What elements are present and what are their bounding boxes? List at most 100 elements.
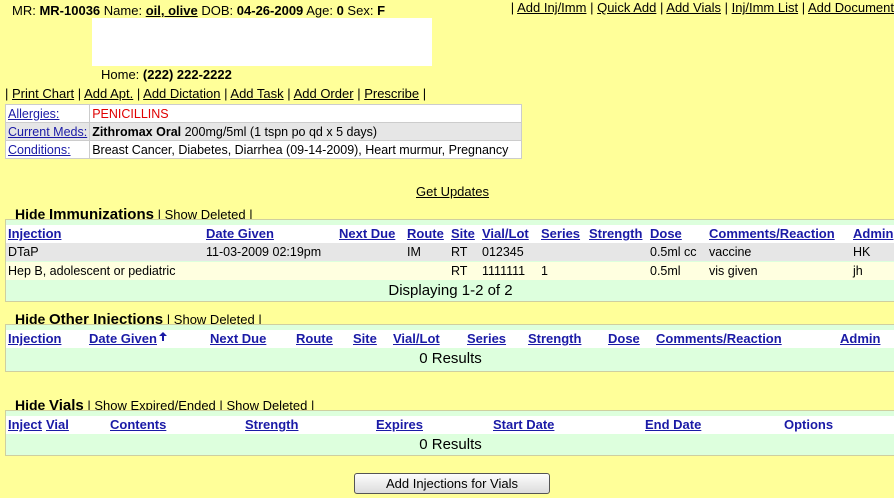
cell-admin: jh (853, 264, 863, 278)
cell-dose: 0.5ml cc (650, 245, 697, 259)
home-phone: Home: (222) 222-2222 (101, 67, 232, 82)
col-expires[interactable]: Expires (376, 417, 423, 432)
chart-action-bar: | Print Chart | Add Apt. | Add Dictation… (5, 86, 427, 101)
allergies-row: Allergies: PENICILLINS (4, 104, 522, 123)
conditions-row: Conditions: Breast Cancer, Diabetes, Dia… (4, 140, 522, 159)
cell-site: RT (451, 245, 468, 259)
print-chart-link[interactable]: Print Chart (12, 86, 74, 101)
col-strength[interactable]: Strength (245, 417, 298, 432)
table-row[interactable]: Hep B, adolescent or pediatric RT 111111… (6, 262, 894, 280)
col-strength[interactable]: Strength (528, 331, 581, 346)
col-route[interactable]: Route (407, 226, 444, 241)
col-contents[interactable]: Contents (110, 417, 166, 432)
cell-injection: DTaP (8, 245, 39, 259)
col-dose[interactable]: Dose (608, 331, 640, 346)
col-injection[interactable]: Injection (8, 331, 61, 346)
col-start-date[interactable]: Start Date (493, 417, 554, 432)
col-vial-lot[interactable]: Vial/Lot (482, 226, 529, 241)
col-dose[interactable]: Dose (650, 226, 682, 241)
col-admin[interactable]: Admin (840, 331, 880, 346)
cell-series: 1 (541, 264, 548, 278)
med-name: Zithromax Oral (92, 124, 182, 139)
patient-photo-area (92, 18, 432, 66)
cell-date-given: 11-03-2009 02:19pm (206, 245, 322, 259)
quick-add-link[interactable]: Quick Add (597, 0, 656, 15)
col-admin[interactable]: Admin (853, 226, 893, 241)
age-value: 0 (336, 3, 344, 18)
col-comments-reaction[interactable]: Comments/Reaction (709, 226, 835, 241)
home-phone-value: (222) 222-2222 (142, 67, 232, 82)
sort-arrow-icon (158, 332, 167, 341)
cell-vial-lot: 012345 (482, 245, 524, 259)
col-inject[interactable]: Inject (8, 417, 42, 432)
mr-number: MR-10036 (39, 3, 101, 18)
immunizations-count: Displaying 1-2 of 2 (388, 282, 513, 299)
col-date-given[interactable]: Date Given (206, 226, 274, 241)
get-updates-link[interactable]: Get Updates (416, 184, 489, 199)
add-injections-for-vials-button[interactable]: Add Injections for Vials (354, 473, 550, 494)
col-date-given-label: Date Given (89, 331, 157, 346)
other-injections-section: Hide Other Injections | Show Deleted | I… (5, 310, 894, 372)
col-route[interactable]: Route (296, 331, 333, 346)
add-vials-link[interactable]: Add Vials (666, 0, 721, 15)
col-end-date[interactable]: End Date (645, 417, 701, 432)
add-order-link[interactable]: Add Order (294, 86, 354, 101)
cell-dose: 0.5ml (650, 264, 681, 278)
col-series[interactable]: Series (541, 226, 580, 241)
table-row[interactable]: DTaP 11-03-2009 02:19pm IM RT 012345 0.5… (6, 243, 894, 261)
other-injections-count: 0 Results (419, 350, 482, 367)
col-series[interactable]: Series (467, 331, 506, 346)
other-injections-table: Injection Date Given Next Due Route Site… (5, 324, 894, 372)
dob-value: 04-26-2009 (236, 3, 304, 18)
immunizations-column-headers: Injection Date Given Next Due Route Site… (6, 225, 894, 243)
current-meds-link[interactable]: Current Meds: (4, 122, 91, 141)
home-label: Home: (101, 67, 140, 82)
col-site[interactable]: Site (451, 226, 475, 241)
top-link-bar: | Add Inj/Imm | Quick Add | Add Vials | … (510, 0, 894, 15)
add-dictation-link[interactable]: Add Dictation (143, 86, 220, 101)
cell-comments: vaccine (709, 245, 752, 259)
dob-label: DOB: (201, 3, 234, 18)
col-vial[interactable]: Vial (46, 417, 69, 432)
cell-admin: HK (853, 245, 871, 259)
conditions-value: Breast Cancer, Diabetes, Diarrhea (09-14… (89, 140, 522, 159)
col-site[interactable]: Site (353, 331, 377, 346)
sex-value: F (377, 3, 386, 18)
other-injections-column-headers: Injection Date Given Next Due Route Site… (6, 330, 894, 348)
add-task-link[interactable]: Add Task (230, 86, 283, 101)
vials-table: Inject Vial Contents Strength Expires St… (5, 410, 894, 456)
col-vial-lot[interactable]: Vial/Lot (393, 331, 440, 346)
allergies-link[interactable]: Allergies: (4, 104, 91, 123)
cell-injection: Hep B, adolescent or pediatric (8, 264, 176, 278)
conditions-link[interactable]: Conditions: (4, 140, 91, 159)
patient-name-link[interactable]: oil, olive (146, 3, 198, 18)
col-next-due[interactable]: Next Due (210, 331, 266, 346)
add-apt-link[interactable]: Add Apt. (84, 86, 133, 101)
mr-label: MR: (12, 3, 36, 18)
col-comments-reaction[interactable]: Comments/Reaction (656, 331, 782, 346)
vials-column-headers: Inject Vial Contents Strength Expires St… (6, 416, 894, 434)
cell-site: RT (451, 264, 468, 278)
prescribe-link[interactable]: Prescribe (364, 86, 419, 101)
col-options: Options (784, 417, 834, 432)
name-label: Name: (103, 3, 143, 18)
cell-comments: vis given (709, 264, 758, 278)
allergies-value: PENICILLINS (89, 104, 522, 123)
inj-imm-list-link[interactable]: Inj/Imm List (732, 0, 798, 15)
immunizations-section: Hide Immunizations | Show Deleted | Inje… (5, 205, 894, 302)
col-date-given[interactable]: Date Given (89, 331, 168, 346)
current-meds-row: Current Meds: Zithromax Oral 200mg/5ml (… (4, 122, 522, 141)
med-detail: 200mg/5ml (1 tspn po qd x 5 days) (181, 124, 378, 139)
sex-label: Sex: (347, 3, 374, 18)
add-document-link[interactable]: Add Document (808, 0, 894, 15)
immunizations-table: Injection Date Given Next Due Route Site… (5, 219, 894, 302)
cell-route: IM (407, 245, 421, 259)
current-meds-value: Zithromax Oral 200mg/5ml (1 tspn po qd x… (89, 122, 522, 141)
patient-summary-table: Allergies: PENICILLINS Current Meds: Zit… (4, 104, 522, 159)
col-next-due[interactable]: Next Due (339, 226, 395, 241)
col-injection[interactable]: Injection (8, 226, 61, 241)
col-strength[interactable]: Strength (589, 226, 642, 241)
cell-vial-lot: 1111111 (482, 264, 526, 278)
add-inj-imm-link[interactable]: Add Inj/Imm (517, 0, 586, 15)
vials-count: 0 Results (419, 436, 482, 453)
